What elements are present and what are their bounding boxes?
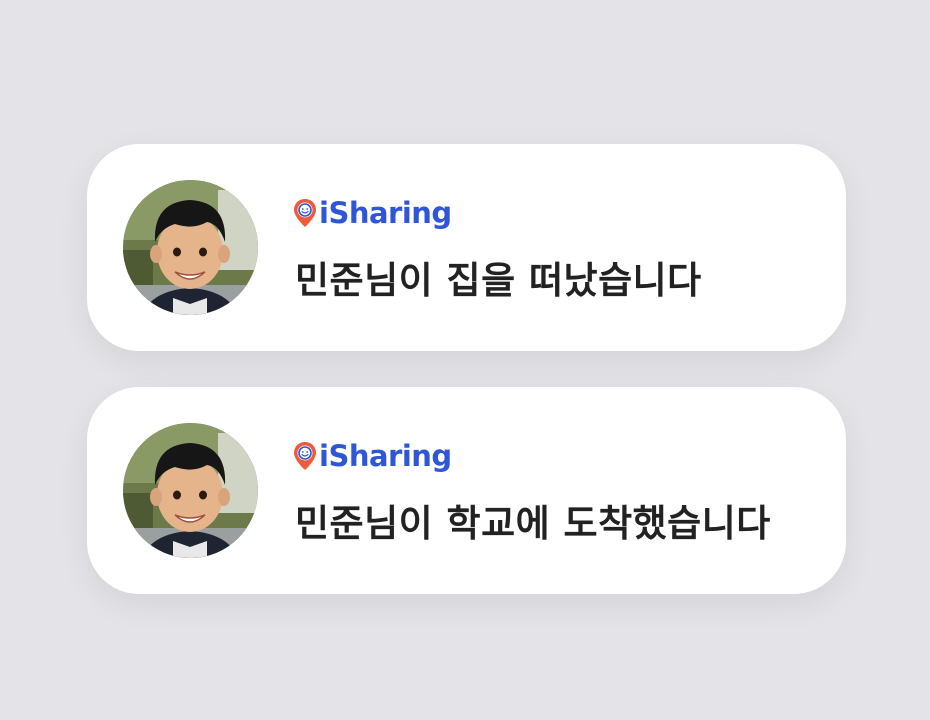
location-pin-smiley-icon [294, 199, 316, 227]
location-pin-smiley-icon [294, 442, 316, 470]
notification-message: 민준님이 학교에 도착했습니다 [295, 502, 771, 545]
app-name: iSharing [319, 439, 452, 473]
app-brand: iSharing [293, 438, 452, 474]
child-avatar-photo-icon [123, 180, 258, 315]
notification-card-arrive-school[interactable]: iSharing 민준님이 학교에 도착했습니다 [87, 387, 846, 594]
child-avatar-photo-icon [123, 423, 258, 558]
notification-card-leave-home[interactable]: iSharing 민준님이 집을 떠났습니다 [87, 144, 846, 351]
notification-message: 민준님이 집을 떠났습니다 [295, 259, 702, 302]
app-brand: iSharing [293, 195, 452, 231]
avatar [123, 423, 258, 558]
avatar [123, 180, 258, 315]
app-name: iSharing [319, 196, 452, 230]
